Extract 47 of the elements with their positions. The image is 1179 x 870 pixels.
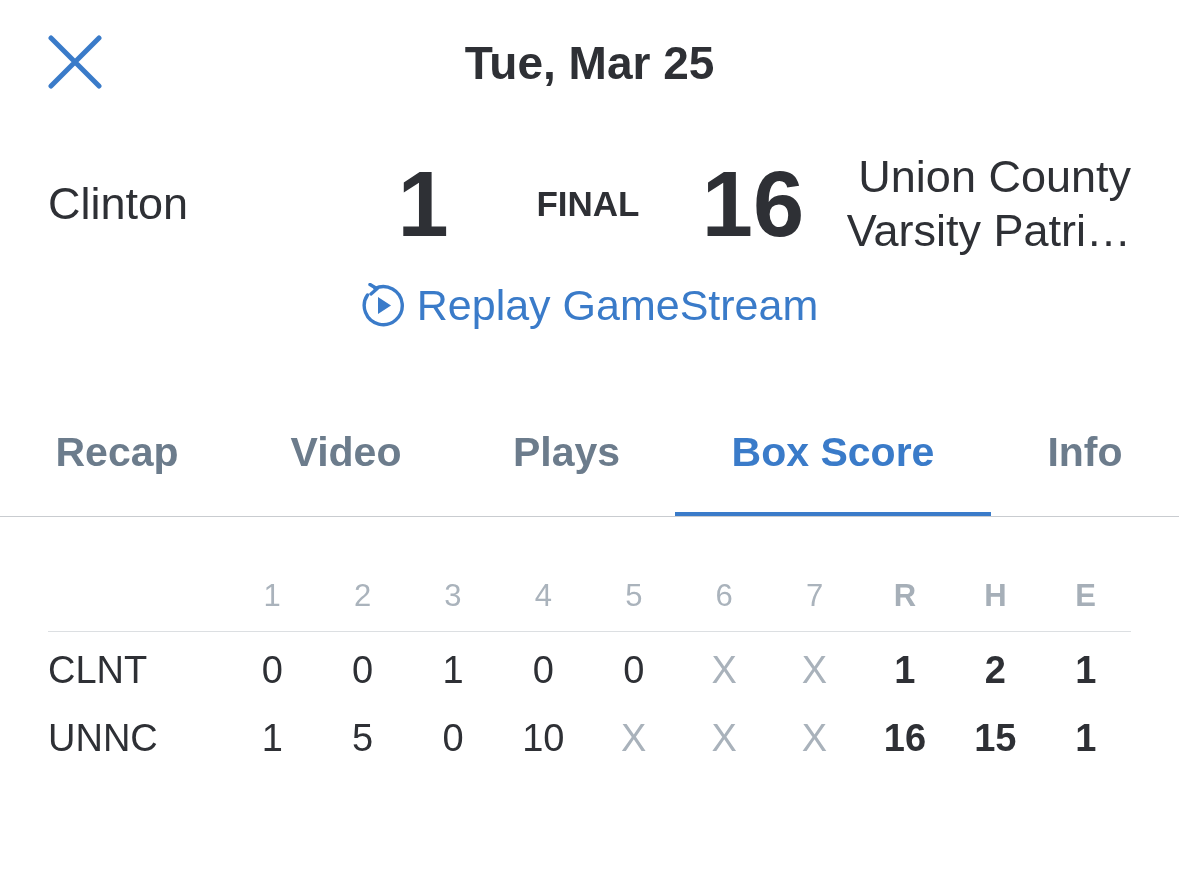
column-header: 5 xyxy=(625,576,643,615)
team-abbreviation: UNNC xyxy=(48,717,158,759)
score-cell-text: 0 xyxy=(352,648,374,693)
replay-gamestream-link[interactable]: Replay GameStream xyxy=(360,280,819,330)
replay-icon xyxy=(360,283,405,327)
column-header: 3 xyxy=(444,576,462,615)
score-cell-text: X xyxy=(711,716,737,761)
score-cell-text: 1 xyxy=(442,648,464,693)
score-cell-text: 1 xyxy=(261,716,283,761)
score-cell-text: 0 xyxy=(623,648,645,693)
score-cell-text: 2 xyxy=(984,648,1006,693)
close-icon xyxy=(48,35,102,89)
tab[interactable]: Recap xyxy=(0,420,234,516)
column-header: 2 xyxy=(353,576,372,615)
away-score: 1 xyxy=(397,154,449,254)
score-cell-text: 5 xyxy=(352,716,374,761)
close-button[interactable] xyxy=(46,33,104,91)
column-header: 7 xyxy=(805,576,824,615)
team-abbreviation: CLNT xyxy=(48,649,148,691)
score-cell-text: X xyxy=(801,648,828,693)
score-cell-text: 10 xyxy=(522,716,565,761)
column-header: H xyxy=(984,576,1007,615)
score-cell-text: 1 xyxy=(1075,648,1097,693)
score-cell-text: 16 xyxy=(883,716,927,761)
score-cell-text: 15 xyxy=(974,716,1017,761)
column-header: 4 xyxy=(534,576,552,615)
score-cell-text: 0 xyxy=(532,648,554,693)
column-header: 6 xyxy=(715,576,733,615)
tab[interactable]: Plays xyxy=(458,420,675,516)
tab[interactable]: Info xyxy=(991,420,1179,516)
tab[interactable]: Box Score xyxy=(675,420,991,516)
score-cell-text: 0 xyxy=(261,648,283,693)
score-cell-text: X xyxy=(801,716,828,761)
column-header: 1 xyxy=(263,576,281,615)
score-cell-text: X xyxy=(621,716,647,761)
score-cell-text: X xyxy=(711,648,737,693)
tab[interactable]: Video xyxy=(234,420,458,516)
score-cell-text: 1 xyxy=(894,648,916,693)
score-cell-text: 0 xyxy=(442,716,464,761)
score-cell-text: 1 xyxy=(1075,716,1097,761)
home-team-name: Union County Varsity Patri… xyxy=(845,150,1131,258)
home-score: 16 xyxy=(701,154,805,254)
game-status: FINAL xyxy=(536,183,640,225)
column-header: R xyxy=(893,576,917,615)
game-date: Tue, Mar 25 xyxy=(464,36,715,91)
away-team-name: Clinton xyxy=(48,177,189,231)
column-header: E xyxy=(1075,576,1097,615)
